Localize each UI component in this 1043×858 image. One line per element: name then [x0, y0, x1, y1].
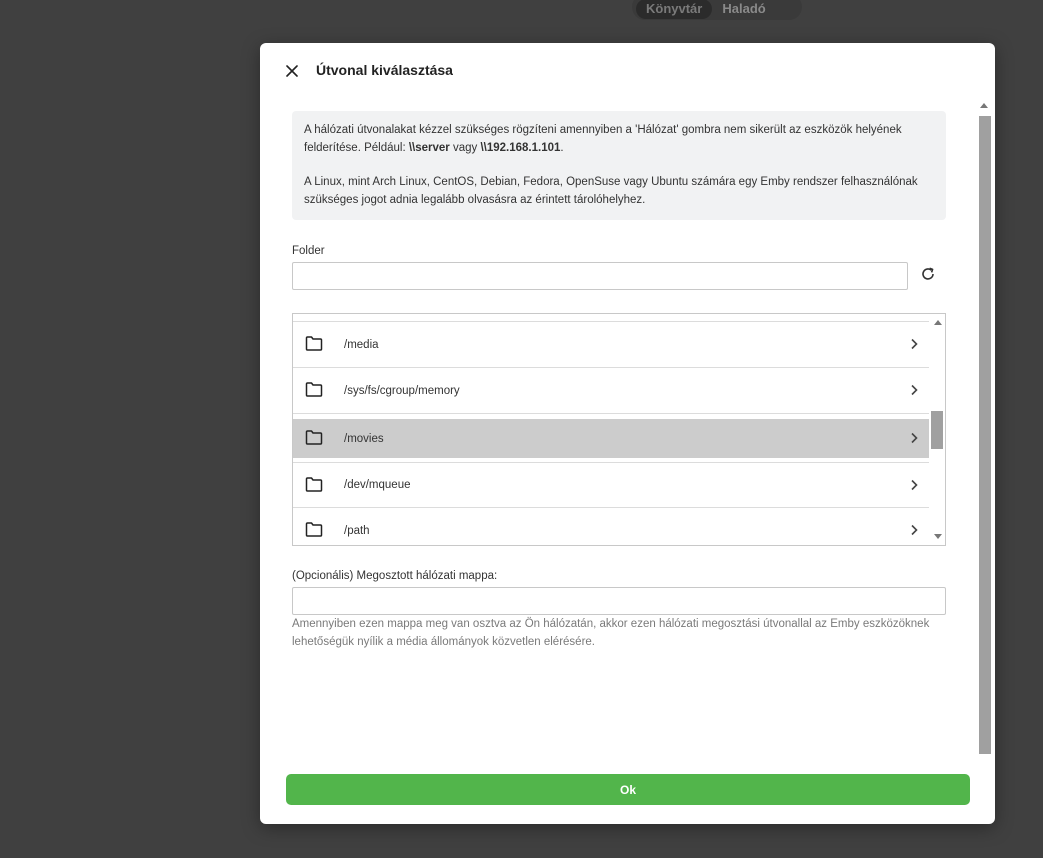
close-icon: [286, 65, 298, 77]
tab-library[interactable]: Könyvtár: [636, 0, 713, 19]
background-tabs: Könyvtár Haladó: [632, 0, 802, 20]
directory-name: /movies: [344, 432, 384, 445]
dialog-scrollbar[interactable]: [978, 103, 991, 758]
scrollbar-thumb[interactable]: [979, 116, 991, 754]
directory-name: /path: [344, 524, 370, 537]
folder-icon: [305, 522, 323, 537]
directory-item[interactable]: /sys/fs/cgroup/memory: [293, 368, 929, 414]
info-text: A hálózati útvonalakat kézzel szükséges …: [304, 124, 902, 154]
directory-name: /sys/fs/cgroup/memory: [344, 384, 460, 397]
refresh-icon: [922, 267, 934, 280]
folder-label: Folder: [292, 245, 325, 257]
scrollbar-thumb[interactable]: [931, 411, 943, 449]
directory-name: /dev/mqueue: [344, 479, 411, 491]
chevron-right-icon: [911, 338, 918, 350]
ok-button[interactable]: Ok: [286, 774, 970, 805]
dialog-header: Útvonal kiválasztása: [260, 43, 995, 99]
select-path-dialog: Útvonal kiválasztása A hálózati útvonala…: [260, 43, 995, 824]
dialog-title: Útvonal kiválasztása: [316, 62, 453, 78]
info-text: vagy: [449, 141, 481, 154]
network-share-label: (Opcionális) Megosztott hálózati mappa:: [292, 570, 498, 582]
chevron-right-icon: [911, 524, 918, 536]
scroll-up-arrow-icon[interactable]: [980, 103, 988, 108]
directory-list: /media /sys/fs/cgroup/memory /movies /de…: [292, 313, 946, 546]
info-box: A hálózati útvonalakat kézzel szükséges …: [292, 111, 946, 220]
tab-advanced[interactable]: Haladó: [712, 0, 775, 19]
directory-item[interactable]: /media: [293, 322, 929, 368]
directory-name: /media: [344, 338, 379, 351]
folder-icon: [305, 477, 323, 492]
example-server: \\server: [408, 141, 450, 154]
directory-item[interactable]: /dev/mqueue: [293, 462, 929, 508]
info-paragraph-2: A Linux, mint Arch Linux, CentOS, Debian…: [304, 176, 918, 206]
directory-list-scrollbar[interactable]: [931, 314, 945, 545]
scroll-down-arrow-icon[interactable]: [934, 534, 942, 539]
chevron-right-icon: [911, 479, 918, 491]
network-share-input[interactable]: [292, 587, 946, 615]
directory-item-selected[interactable]: /movies: [293, 419, 929, 458]
info-paragraph-1: A hálózati útvonalakat kézzel szükséges …: [304, 122, 934, 157]
folder-icon: [305, 382, 323, 397]
folder-icon: [305, 336, 323, 351]
close-button[interactable]: [282, 61, 302, 81]
info-text: .: [560, 141, 564, 154]
folder-input[interactable]: [292, 262, 908, 290]
refresh-button[interactable]: [917, 263, 939, 285]
folder-icon: [305, 430, 323, 445]
chevron-right-icon: [911, 432, 918, 444]
directory-item[interactable]: /path: [293, 508, 929, 545]
network-share-help: Amennyiben ezen mappa meg van osztva az …: [292, 618, 930, 648]
list-top-divider: [293, 314, 929, 322]
example-ip: \\192.168.1.101: [480, 141, 561, 154]
scroll-up-arrow-icon[interactable]: [934, 320, 942, 325]
chevron-right-icon: [911, 384, 918, 396]
